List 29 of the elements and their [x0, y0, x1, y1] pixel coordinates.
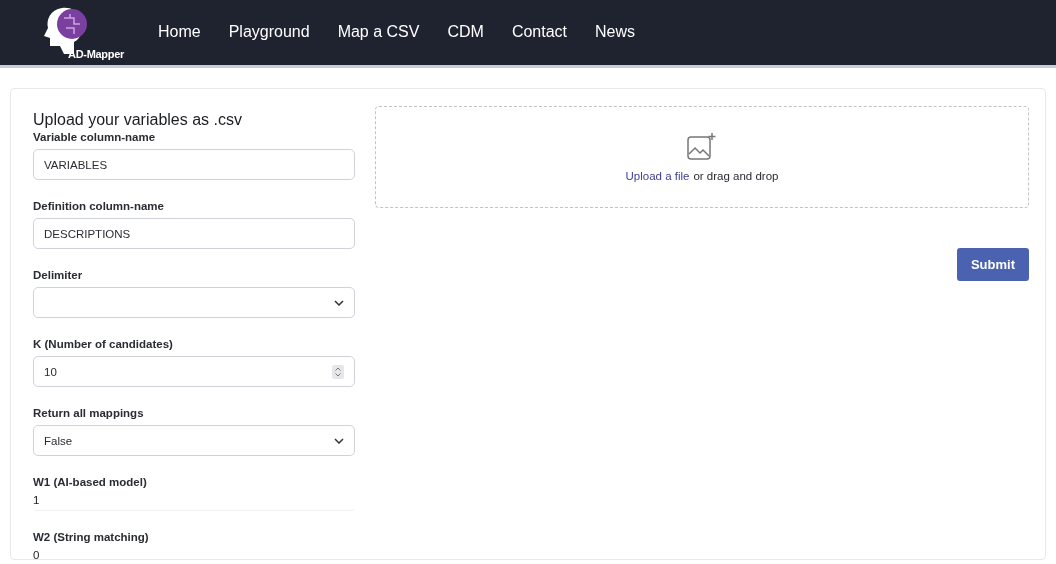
drop-hint: or drag and drop: [693, 170, 779, 182]
field-label: W2 (String matching): [33, 531, 150, 543]
text-field[interactable]: VARIABLES: [33, 149, 355, 180]
number-field[interactable]: 10: [33, 356, 355, 387]
upload-link[interactable]: Upload a file: [625, 170, 690, 182]
nav-link[interactable]: Contact: [511, 22, 568, 41]
field-label: K (Number of candidates): [33, 338, 174, 350]
number-field[interactable]: 0: [33, 549, 355, 564]
field-label: Definition column-name: [33, 200, 165, 212]
field-label: Delimiter: [33, 269, 84, 281]
nav-link[interactable]: CDM: [447, 22, 484, 41]
field-label: Variable column-name: [33, 131, 157, 143]
form-title: Upload your variables as .csv: [33, 111, 243, 129]
field-label: Return all mappings: [33, 407, 145, 419]
chevron-down-icon: [334, 437, 344, 444]
spinner-icon: [332, 364, 344, 379]
select-field[interactable]: [33, 287, 355, 318]
image-add-icon: [687, 132, 717, 160]
select-field[interactable]: False: [33, 425, 355, 456]
chevron-down-icon: [334, 299, 344, 306]
nav-link[interactable]: Map a CSV: [337, 22, 420, 41]
number-field[interactable]: 1: [33, 494, 355, 511]
field-label: W1 (AI-based model): [33, 476, 148, 488]
file-drop-zone[interactable]: Upload a file or drag and drop: [375, 106, 1029, 208]
text-field[interactable]: DESCRIPTIONS: [33, 218, 355, 249]
submit-button[interactable]: Submit: [956, 248, 1029, 281]
nav-link[interactable]: Playground: [228, 22, 310, 41]
nav-link[interactable]: News: [595, 22, 636, 41]
nav-link[interactable]: Home: [158, 22, 201, 41]
